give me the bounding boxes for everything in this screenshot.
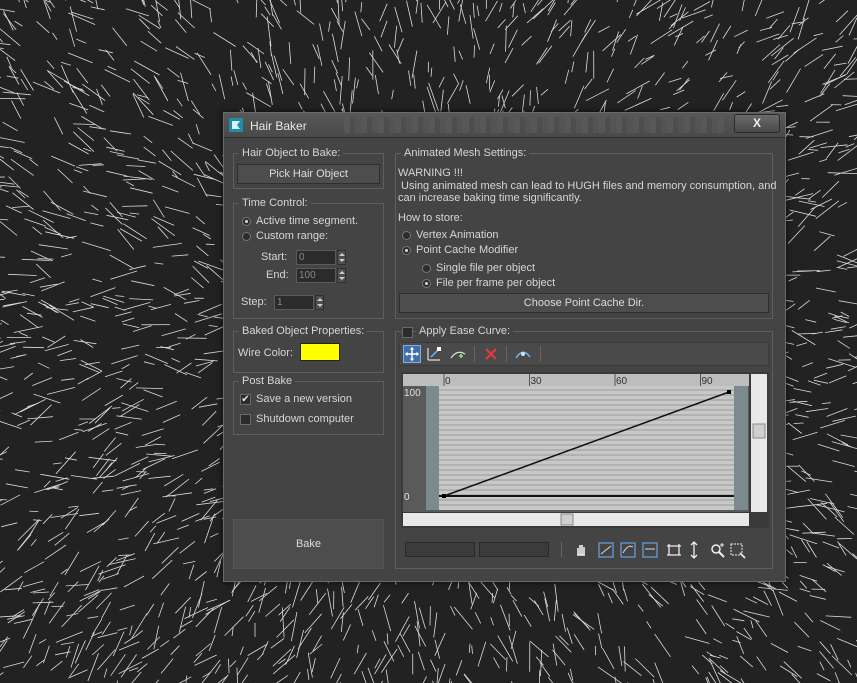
- choose-point-cache-dir-button[interactable]: Choose Point Cache Dir.: [399, 293, 769, 313]
- hair-baker-dialog: Hair Baker X Hair Object to Bake: Pick H…: [223, 112, 786, 582]
- animated-mesh-settings-group: Animated Mesh Settings: WARNING !!! Usin…: [395, 147, 777, 319]
- vertex-animation-label: Vertex Animation: [416, 229, 499, 241]
- shutdown-computer-label: Shutdown computer: [256, 413, 354, 425]
- baked-object-properties-title: Baked Object Properties:: [239, 325, 368, 337]
- value-field[interactable]: [479, 542, 549, 557]
- how-to-store-label: How to store:: [398, 212, 463, 224]
- pan-icon[interactable]: [573, 541, 591, 559]
- custom-range-radio[interactable]: [242, 232, 251, 241]
- toolbar-separator: [474, 346, 475, 362]
- start-label: Start:: [261, 251, 288, 263]
- x-ruler: [403, 374, 749, 386]
- h-scrollbar: [403, 513, 749, 526]
- save-new-version-checkbox[interactable]: ✔: [240, 394, 251, 405]
- right-range-band: [734, 386, 748, 510]
- file-per-frame-radio[interactable]: [422, 279, 431, 288]
- start-spinner-arrows[interactable]: [337, 250, 346, 265]
- time-control-group-title: Time Control:: [239, 197, 311, 209]
- animated-mesh-settings-title: Animated Mesh Settings:: [401, 147, 530, 159]
- zoom-icon[interactable]: [709, 541, 727, 559]
- file-per-frame-label: File per frame per object: [436, 277, 556, 289]
- reset-curve-icon[interactable]: [514, 345, 532, 363]
- bottom-toolbar-icons: [567, 541, 767, 560]
- pick-hair-object-button[interactable]: Pick Hair Object: [237, 164, 380, 184]
- warning-title: WARNING !!!: [398, 167, 463, 179]
- post-bake-title: Post Bake: [239, 375, 296, 387]
- x-tick-label: 90: [702, 376, 714, 387]
- zoom-horizontal-extents-icon[interactable]: [619, 541, 637, 559]
- start-spinner[interactable]: 0: [296, 250, 336, 265]
- vertex-animation-radio[interactable]: [402, 231, 411, 240]
- x-tick-label: 60: [616, 376, 628, 387]
- v-scrollbar: [751, 374, 767, 512]
- curve-start-point: [442, 494, 446, 498]
- ease-curve-graph[interactable]: 0 30 60 90 100 0: [401, 372, 769, 528]
- zoom-vertical-icon[interactable]: [685, 541, 703, 559]
- curve-bottom-bar: [401, 541, 769, 560]
- save-new-version-label: Save a new version: [256, 393, 352, 405]
- v-scrollbar-thumb: [752, 423, 766, 439]
- app-icon: [229, 118, 243, 132]
- ease-curve-group: Apply Ease Curve: 0 30 60 90 100 0: [395, 325, 773, 569]
- step-label: Step:: [241, 296, 267, 308]
- x-tick-label: 30: [531, 376, 543, 387]
- step-spinner-arrows[interactable]: [315, 295, 324, 310]
- shutdown-computer-checkbox[interactable]: [240, 414, 251, 425]
- post-bake-group: Post Bake ✔ Save a new version Shutdown …: [233, 375, 384, 435]
- custom-range-label: Custom range:: [256, 230, 329, 242]
- blurred-title-region: [344, 117, 724, 133]
- close-icon: X: [752, 116, 761, 130]
- single-file-radio[interactable]: [422, 264, 431, 273]
- apply-ease-curve-checkbox[interactable]: [402, 327, 413, 338]
- hair-object-group: Hair Object to Bake: Pick Hair Object: [233, 147, 384, 189]
- delete-point-icon[interactable]: [482, 345, 500, 363]
- bake-button[interactable]: Bake: [233, 519, 384, 569]
- toolbar-separator: [506, 346, 507, 362]
- zoom-horizontal-icon[interactable]: [665, 541, 683, 559]
- point-cache-modifier-label: Point Cache Modifier: [416, 244, 519, 256]
- active-time-segment-radio[interactable]: [242, 217, 251, 226]
- zoom-value-extents-icon[interactable]: [641, 541, 659, 559]
- apply-ease-curve-label: Apply Ease Curve:: [416, 325, 514, 337]
- zoom-region-icon[interactable]: [729, 541, 747, 559]
- single-file-label: Single file per object: [436, 262, 536, 274]
- h-scrollbar-thumb: [560, 513, 574, 526]
- active-time-segment-label: Active time segment.: [256, 215, 359, 227]
- wire-color-label: Wire Color:: [238, 347, 294, 359]
- end-spinner-arrows[interactable]: [337, 268, 346, 283]
- bottom-separator: [561, 542, 562, 557]
- move-keys-icon[interactable]: [403, 345, 421, 363]
- x-tick-label: 0: [445, 376, 451, 387]
- end-spinner[interactable]: 100: [296, 268, 336, 283]
- toolbar-separator: [540, 346, 541, 362]
- dialog-title: Hair Baker: [250, 119, 307, 133]
- left-range-band: [426, 386, 440, 510]
- time-control-group: Time Control: Active time segment. Custo…: [233, 197, 384, 319]
- curve-toolbar: [399, 342, 769, 366]
- close-button[interactable]: X: [734, 114, 780, 133]
- zoom-extents-icon[interactable]: [597, 541, 615, 559]
- end-label: End:: [266, 269, 289, 281]
- warning-text-line2: can increase baking time significantly.: [398, 192, 582, 204]
- dialog-titlebar[interactable]: Hair Baker X: [224, 113, 785, 138]
- step-spinner[interactable]: 1: [274, 295, 314, 310]
- warning-text-line1: Using animated mesh can lead to HUGH fil…: [398, 180, 777, 192]
- insert-point-icon[interactable]: [449, 345, 467, 363]
- baked-object-properties-group: Baked Object Properties: Wire Color:: [233, 325, 384, 373]
- y-tick-label: 0: [404, 492, 410, 503]
- hair-object-group-title: Hair Object to Bake:: [239, 147, 344, 159]
- wire-color-swatch[interactable]: [300, 343, 340, 361]
- point-cache-modifier-radio[interactable]: [402, 246, 411, 255]
- frame-field[interactable]: [405, 542, 475, 557]
- curve-end-point: [727, 390, 731, 394]
- y-tick-label: 100: [404, 388, 421, 399]
- scale-keys-icon[interactable]: [425, 345, 443, 363]
